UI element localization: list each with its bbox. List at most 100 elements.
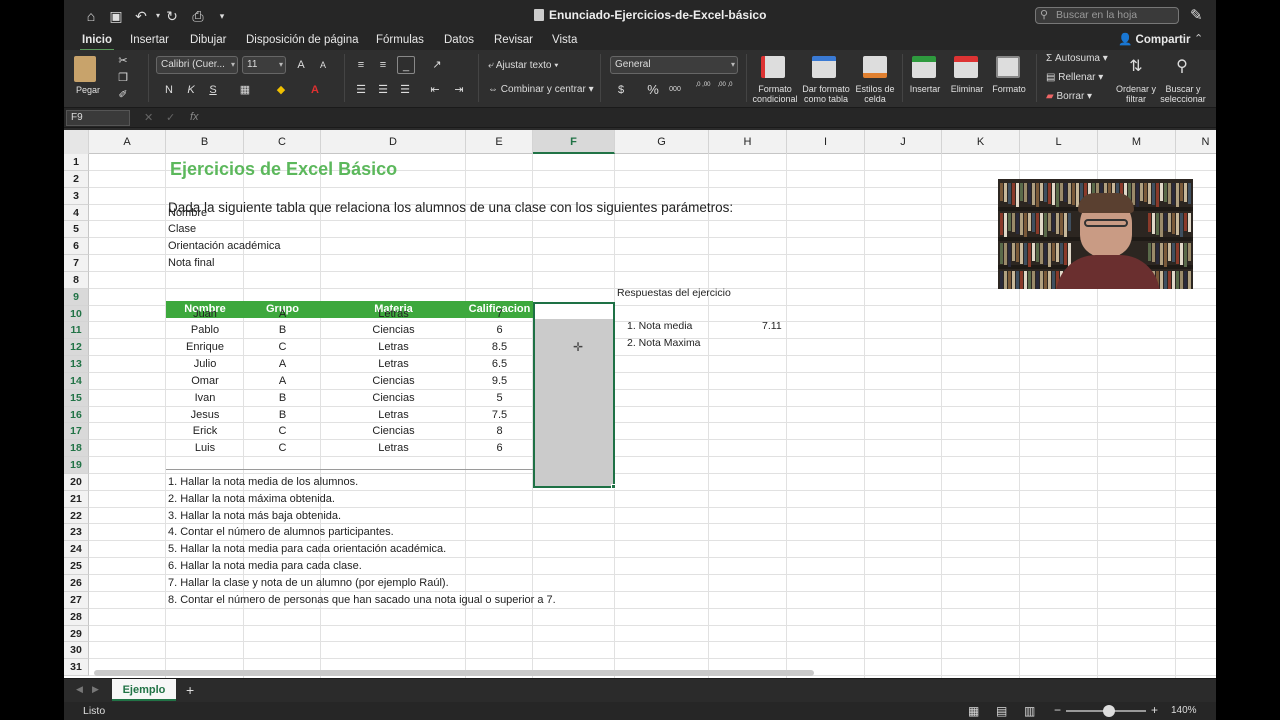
row-header[interactable]: 8 [64, 271, 89, 289]
row-header[interactable]: 15 [64, 389, 89, 407]
table-cell[interactable]: A [244, 306, 321, 322]
column-header-h[interactable]: H [709, 130, 787, 154]
row-header[interactable]: 4 [64, 204, 89, 222]
fill-color-icon[interactable]: ◆ [272, 81, 290, 99]
enter-icon[interactable]: ✓ [166, 111, 175, 124]
search-input[interactable]: ⚲ Buscar en la hoja [1035, 7, 1179, 24]
decrease-font-button[interactable]: A [314, 56, 332, 74]
cut-icon[interactable]: ✂ [114, 52, 132, 70]
fill-button[interactable]: ▤ Rellenar ▾ [1046, 72, 1103, 83]
column-header-a[interactable]: A [89, 130, 166, 154]
increase-font-button[interactable]: A [292, 56, 310, 74]
row-header[interactable]: 25 [64, 558, 89, 575]
table-cell[interactable]: 9.5 [466, 373, 533, 389]
align-middle-icon[interactable]: ≡ [374, 56, 392, 74]
tab-vista[interactable]: Vista [552, 33, 577, 49]
redo-icon[interactable]: ↻ [162, 6, 182, 26]
row-header[interactable]: 18 [64, 440, 89, 458]
thousands-button[interactable]: 000 [666, 81, 684, 99]
table-cell[interactable]: B [244, 390, 321, 406]
table-cell[interactable]: B [244, 322, 321, 338]
table-cell[interactable]: 6.5 [466, 356, 533, 372]
increase-indent-icon[interactable]: ⇥ [450, 81, 468, 99]
save-icon[interactable]: ▣ [106, 6, 126, 26]
table-cell[interactable]: Juan [166, 306, 244, 322]
underline-button[interactable]: S [204, 81, 222, 99]
row-header[interactable]: 10 [64, 305, 89, 323]
align-right-icon[interactable]: ☰ [396, 81, 414, 99]
table-cell[interactable]: Pablo [166, 322, 244, 338]
delete-cells-icon[interactable] [954, 56, 978, 78]
print-icon[interactable]: ⎙ [188, 6, 208, 26]
bold-button[interactable]: N [160, 81, 178, 99]
percent-button[interactable]: % [644, 81, 662, 99]
table-cell[interactable]: A [244, 373, 321, 389]
normal-view-icon[interactable]: ▦ [968, 704, 979, 718]
find-icon[interactable]: ⚲ [1170, 56, 1194, 78]
row-header[interactable]: 29 [64, 625, 89, 643]
font-size-select[interactable]: 11 ▾ [242, 56, 286, 74]
page-break-icon[interactable]: ▥ [1024, 704, 1035, 718]
column-header-m[interactable]: M [1098, 130, 1176, 154]
zoom-out-icon[interactable]: − [1054, 703, 1061, 717]
table-cell[interactable]: Ivan [166, 390, 244, 406]
column-header-e[interactable]: E [466, 130, 533, 154]
table-cell[interactable]: 6 [466, 322, 533, 338]
row-header[interactable]: 26 [64, 575, 89, 592]
row-header[interactable]: 28 [64, 608, 89, 626]
tab-insertar[interactable]: Insertar [130, 33, 169, 49]
column-header-n[interactable]: N [1176, 130, 1216, 154]
row-header[interactable]: 1 [64, 154, 89, 171]
cell-styles-icon[interactable] [863, 56, 887, 78]
function-icon[interactable]: fx [190, 111, 199, 123]
format-painter-icon[interactable]: ✐ [114, 86, 132, 104]
tab-formulas[interactable]: Fórmulas [376, 33, 424, 49]
table-cell[interactable]: Letras [321, 356, 466, 372]
insert-cells-icon[interactable] [912, 56, 936, 78]
add-sheet-icon[interactable]: + [186, 682, 194, 698]
table-format-icon[interactable] [812, 56, 836, 78]
table-cell[interactable]: Jesus [166, 407, 244, 423]
table-cell[interactable]: Letras [321, 306, 466, 322]
column-header-b[interactable]: B [166, 130, 244, 154]
share-button[interactable]: 👤 Compartir [1118, 32, 1190, 46]
format-cells-icon[interactable] [996, 56, 1020, 78]
font-color-button[interactable]: A [306, 81, 324, 99]
table-cell[interactable]: Letras [321, 407, 466, 423]
customize-toolbar-icon[interactable]: ▾ [212, 6, 232, 26]
font-name-select[interactable]: Calibri (Cuer... ▾ [156, 56, 238, 74]
row-header[interactable]: 14 [64, 372, 89, 390]
decrease-indent-icon[interactable]: ⇤ [426, 81, 444, 99]
row-header[interactable]: 20 [64, 473, 89, 491]
align-center-icon[interactable]: ☰ [374, 81, 392, 99]
table-cell[interactable]: Ciencias [321, 373, 466, 389]
select-all-corner[interactable] [64, 130, 89, 154]
merge-center-button[interactable]: ⇔ Combinar y centrar ▾ [488, 84, 594, 95]
decrease-decimal-button[interactable]: ,00 ,0 [716, 81, 734, 99]
table-cell[interactable]: C [244, 339, 321, 355]
sheet-tab-ejemplo[interactable]: Ejemplo [112, 679, 176, 701]
table-cell[interactable]: Enrique [166, 339, 244, 355]
table-cell[interactable]: Luis [166, 440, 244, 456]
row-header[interactable]: 27 [64, 591, 89, 609]
wrap-text-button[interactable]: ⤶ Ajustar texto ▾ [488, 60, 558, 71]
number-format-select[interactable]: General ▾ [610, 56, 738, 74]
table-cell[interactable]: Ciencias [321, 390, 466, 406]
align-top-icon[interactable]: ≡ [352, 56, 370, 74]
row-header[interactable]: 12 [64, 339, 89, 357]
row-header[interactable]: 24 [64, 541, 89, 559]
table-cell[interactable]: C [244, 440, 321, 456]
column-header-j[interactable]: J [865, 130, 942, 154]
italic-button[interactable]: K [182, 81, 200, 99]
table-cell[interactable]: B [244, 407, 321, 423]
sort-filter-icon[interactable]: ⇅ [1124, 56, 1148, 78]
column-header-f[interactable]: F [533, 130, 615, 154]
page-layout-icon[interactable]: ▤ [996, 704, 1007, 718]
row-header[interactable]: 17 [64, 423, 89, 441]
increase-decimal-button[interactable]: ,0 ,00 [694, 81, 712, 99]
row-header[interactable]: 22 [64, 507, 89, 525]
fill-handle[interactable] [611, 484, 616, 489]
table-cell[interactable]: 8 [466, 423, 533, 439]
row-header[interactable]: 5 [64, 221, 89, 239]
row-header[interactable]: 23 [64, 524, 89, 542]
